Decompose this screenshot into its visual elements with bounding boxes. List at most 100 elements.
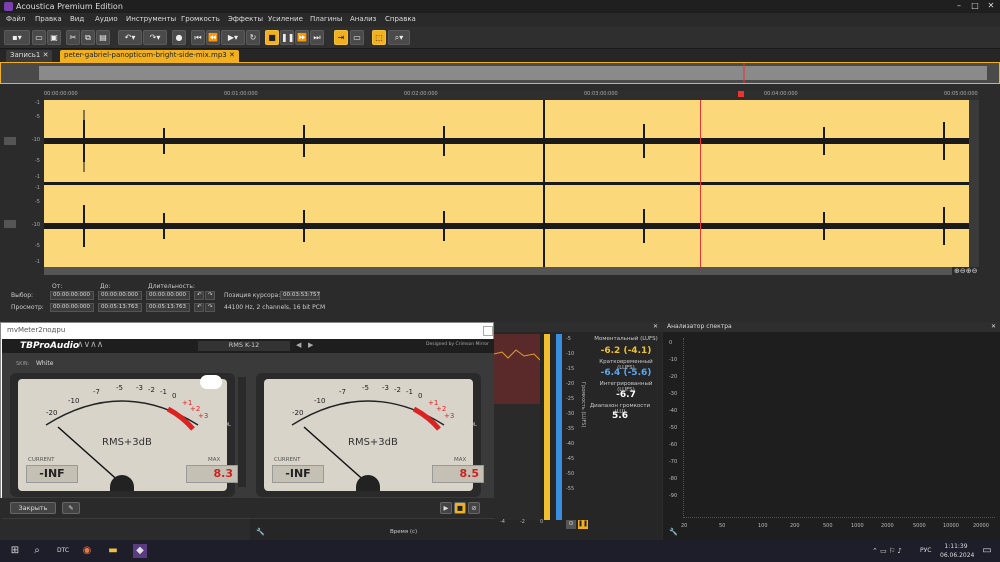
menu-gain[interactable]: Усиление — [268, 15, 303, 23]
open-icon[interactable]: ▭ — [32, 30, 46, 45]
wave-right — [44, 185, 969, 267]
windows-icon[interactable]: ⊞ — [8, 544, 22, 558]
cursor-marker[interactable] — [738, 91, 744, 97]
horizontal-scrollbar[interactable] — [44, 267, 952, 275]
reset-button[interactable]: ⊙ — [566, 520, 576, 529]
menu-edit[interactable]: Правка — [35, 15, 62, 23]
wrench-icon[interactable]: 🔧 — [669, 528, 678, 536]
paste-icon[interactable]: ▤ — [96, 30, 110, 45]
play-button[interactable]: ▶▾ — [221, 30, 245, 45]
zoom-controls[interactable]: ⊕⊖⊕⊖ — [954, 267, 994, 275]
new-file-button[interactable]: ▪▾ — [4, 30, 30, 45]
menu-volume[interactable]: Громкость — [181, 15, 220, 23]
notification-icon[interactable]: ▭ — [980, 544, 994, 558]
tab-recording1[interactable]: Запись1 ✕ — [6, 50, 53, 62]
redo-sel-icon[interactable]: ↷ — [205, 291, 215, 300]
x-tick: 0 — [540, 519, 544, 525]
max-label: MAX — [454, 457, 467, 463]
snapshot-icon[interactable]: ▭ — [350, 30, 364, 45]
menu-analysis[interactable]: Анализ — [350, 15, 376, 23]
menu-plugins[interactable]: Плагины — [310, 15, 342, 23]
tab-active-file[interactable]: peter-gabriel-panopticom-bright-side-mix… — [60, 50, 239, 62]
waveform-channel-left[interactable] — [44, 100, 969, 182]
skin-value[interactable]: White — [36, 360, 53, 367]
explorer-icon[interactable]: ▬ — [106, 544, 120, 558]
maximize-button[interactable]: □ — [968, 1, 982, 10]
menu-tools[interactable]: Инструменты — [126, 15, 176, 23]
close-button[interactable]: ✕ — [984, 1, 998, 10]
view-length-field[interactable]: 00:05:13:763 — [146, 303, 190, 312]
wrench-icon[interactable]: 🔧 — [256, 528, 265, 536]
selection-length-field[interactable]: 00:00:00:000 — [146, 291, 190, 300]
menu-file[interactable]: Файл — [6, 15, 25, 23]
copy-icon[interactable]: ⧉ — [81, 30, 95, 45]
plugin-close-icon[interactable] — [483, 326, 493, 336]
clock-time[interactable]: 1:11:39 — [940, 543, 972, 550]
undo-view-icon[interactable]: ↶ — [194, 303, 204, 312]
link-toggle-icon[interactable] — [200, 375, 222, 389]
plugin-bypass-icon[interactable]: ⊘ — [468, 502, 480, 514]
redo-button[interactable]: ↷▾ — [143, 30, 167, 45]
channel-left-toggle[interactable] — [4, 137, 16, 145]
undo-button[interactable]: ↶▾ — [118, 30, 142, 45]
panel-close-icon[interactable]: ✕ — [653, 322, 658, 332]
meter-mode-select[interactable]: RMS K-12 — [198, 341, 290, 351]
acoustica-icon[interactable]: ◆ — [133, 544, 147, 558]
next-mode-icon[interactable]: ▶ — [308, 341, 313, 349]
forward-icon[interactable]: ⏩ — [295, 30, 309, 45]
plugin-stop-icon[interactable]: ■ — [454, 502, 466, 514]
go-start-icon[interactable]: ⏮ — [191, 30, 205, 45]
minimize-button[interactable]: – — [952, 1, 966, 10]
app-logo-icon — [4, 2, 13, 11]
pin-icon[interactable]: ✎ — [62, 502, 80, 514]
vertical-scrollbar[interactable] — [969, 100, 979, 267]
menu-view[interactable]: Вид — [70, 15, 84, 23]
view-end-field[interactable]: 00:05:13:763 — [98, 303, 142, 312]
zoom-tool-button[interactable]: ⌕▾ — [388, 30, 410, 45]
taskbar-app-dtc[interactable]: DTC — [54, 544, 72, 558]
cursor-position-field[interactable]: 00:03:53:757 — [280, 291, 320, 300]
redo-view-icon[interactable]: ↷ — [205, 303, 215, 312]
prev-mode-icon[interactable]: ◀ — [296, 341, 301, 349]
save-icon[interactable]: ▣ — [47, 30, 61, 45]
clock-date[interactable]: 06.06.2024 — [940, 552, 974, 559]
time-ruler[interactable]: 00:00:00:000 00:01:00:000 00:02:00:000 0… — [44, 90, 979, 100]
menu-audio[interactable]: Аудио — [95, 15, 118, 23]
max-readout-right[interactable]: 8.5 — [432, 465, 484, 483]
loop-icon[interactable]: ↻ — [246, 30, 260, 45]
view-start-field[interactable]: 00:00:00:000 — [50, 303, 94, 312]
pause-analysis-button[interactable]: ❚❚ — [578, 520, 588, 529]
max-readout-left[interactable]: 8.3 — [186, 465, 238, 483]
vu-tick: -5 — [362, 384, 369, 392]
selection-end-field[interactable]: 00:00:00:000 — [98, 291, 142, 300]
close-plugin-button[interactable]: Закрыть — [10, 502, 56, 514]
search-icon[interactable]: ⌕ — [30, 544, 44, 558]
undo-sel-icon[interactable]: ↶ — [194, 291, 204, 300]
stop-icon[interactable]: ■ — [265, 30, 279, 45]
language-indicator[interactable]: РУС — [920, 547, 931, 554]
cut-icon[interactable]: ✂ — [66, 30, 80, 45]
panel-close-icon[interactable]: ✕ — [991, 322, 996, 332]
follow-cursor-icon[interactable]: ⇥ — [334, 30, 348, 45]
vu-tick: -5 — [116, 384, 123, 392]
waveform-channel-right[interactable] — [44, 185, 969, 267]
menu-effects[interactable]: Эффекты — [228, 15, 263, 23]
vu-tick: -2 — [394, 386, 401, 394]
menu-help[interactable]: Справка — [385, 15, 416, 23]
integrated-value: -6.7 — [616, 390, 636, 400]
cursor-position-label: Позиция курсора: — [224, 292, 281, 299]
center-controls[interactable] — [238, 377, 246, 487]
selection-start-field[interactable]: 00:00:00:000 — [50, 291, 94, 300]
channel-right-toggle[interactable] — [4, 220, 16, 228]
go-end-icon[interactable]: ⏭ — [310, 30, 324, 45]
record-icon[interactable]: ● — [172, 30, 186, 45]
rewind-icon[interactable]: ⏪ — [206, 30, 220, 45]
plugin-play-icon[interactable]: ▶ — [440, 502, 452, 514]
select-tool-icon[interactable]: ⬚ — [372, 30, 386, 45]
tray-icons[interactable]: ⌃ ▭ ⚐ ♪ — [872, 547, 902, 555]
vu-tick: -2 — [148, 386, 155, 394]
chrome-icon[interactable]: ◉ — [80, 544, 94, 558]
vu-tick: +3 — [198, 412, 209, 420]
waveform-overview[interactable] — [0, 62, 1000, 84]
pause-icon[interactable]: ❚❚ — [280, 30, 294, 45]
